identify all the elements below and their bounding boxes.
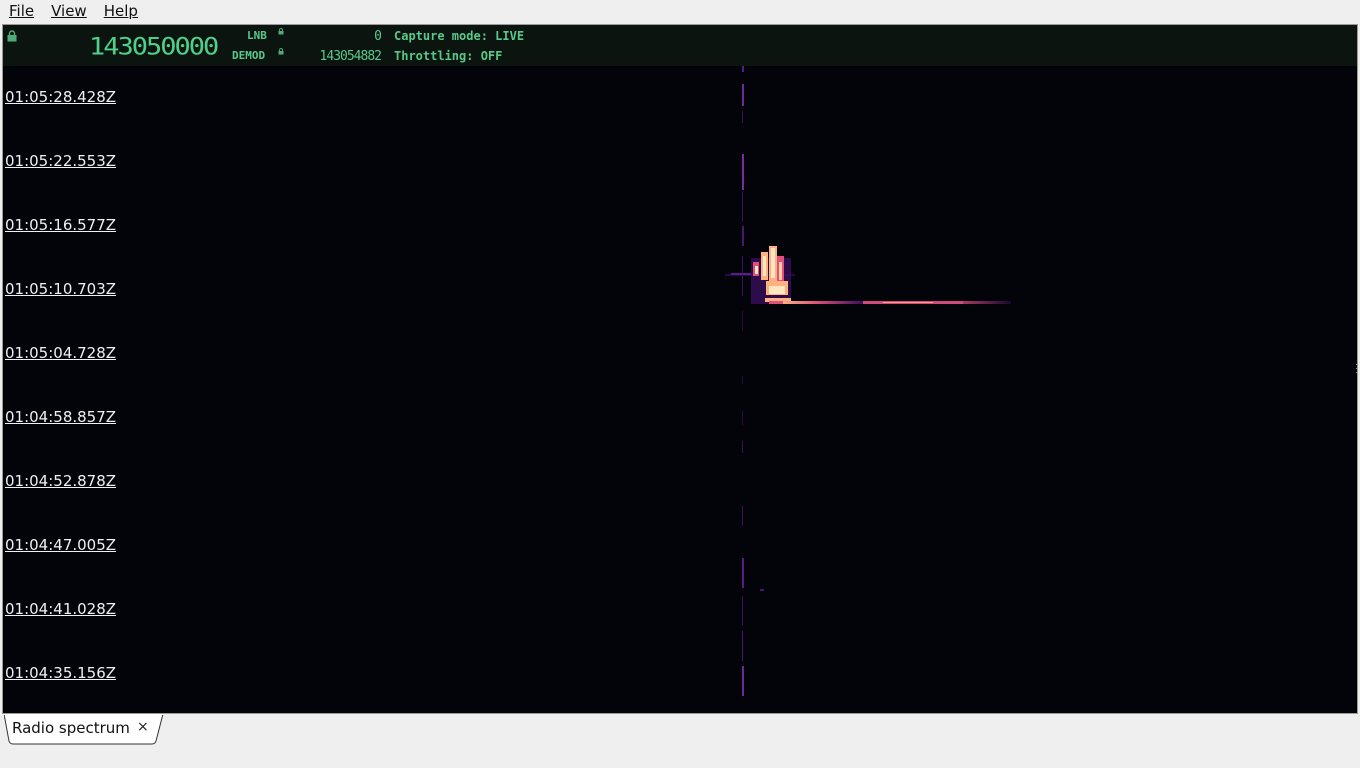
timestamp-label[interactable]: 01:05:16.577Z [5, 216, 116, 234]
tab-bar: Radio spectrum × [0, 714, 1360, 768]
demod-lock-icon[interactable] [278, 48, 284, 55]
signal-burst [725, 246, 1011, 304]
menu-file[interactable]: File [0, 0, 42, 22]
lock-icon[interactable] [7, 30, 17, 42]
timestamp-label[interactable]: 01:05:22.553Z [5, 152, 116, 170]
timestamp-label[interactable]: 01:04:58.857Z [5, 408, 116, 426]
close-icon[interactable]: × [137, 719, 149, 735]
timestamp-label[interactable]: 01:04:47.005Z [5, 536, 116, 554]
tab-label: Radio spectrum [12, 719, 130, 737]
menu-view[interactable]: View [42, 0, 95, 22]
lnb-label: LNB [247, 29, 267, 42]
spectrum-panel: 143050000 LNB 0 DEMOD 143054882 Capture … [2, 24, 1358, 714]
lnb-lock-icon[interactable] [278, 28, 284, 35]
throttling-status: Throttling: OFF [394, 49, 503, 63]
main-frequency-display[interactable]: 143050000 [89, 33, 219, 61]
timestamp-label[interactable]: 01:04:35.156Z [5, 664, 116, 682]
waterfall-signal-plot [725, 66, 1011, 696]
resize-grip-icon[interactable] [1356, 364, 1358, 374]
lnb-frequency-value[interactable]: 0 [303, 29, 382, 44]
menu-help[interactable]: Help [95, 0, 146, 22]
tuning-header: 143050000 LNB 0 DEMOD 143054882 Capture … [3, 25, 1357, 66]
timestamp-label[interactable]: 01:05:10.703Z [5, 280, 116, 298]
tab-radio-spectrum[interactable]: Radio spectrum × [4, 714, 164, 745]
demod-label: DEMOD [232, 49, 266, 62]
carrier-trace [742, 66, 764, 696]
demod-frequency-value[interactable]: 143054882 [303, 49, 382, 64]
menu-bar: File View Help [0, 0, 1360, 22]
timestamp-label[interactable]: 01:04:52.878Z [5, 472, 116, 490]
capture-mode-status: Capture mode: LIVE [394, 29, 525, 43]
timestamp-label[interactable]: 01:05:04.728Z [5, 344, 116, 362]
timestamp-label[interactable]: 01:04:41.028Z [5, 600, 116, 618]
waterfall-display[interactable]: 01:05:28.428Z 01:05:22.553Z 01:05:16.577… [3, 66, 1357, 713]
timestamp-label[interactable]: 01:05:28.428Z [5, 88, 116, 106]
